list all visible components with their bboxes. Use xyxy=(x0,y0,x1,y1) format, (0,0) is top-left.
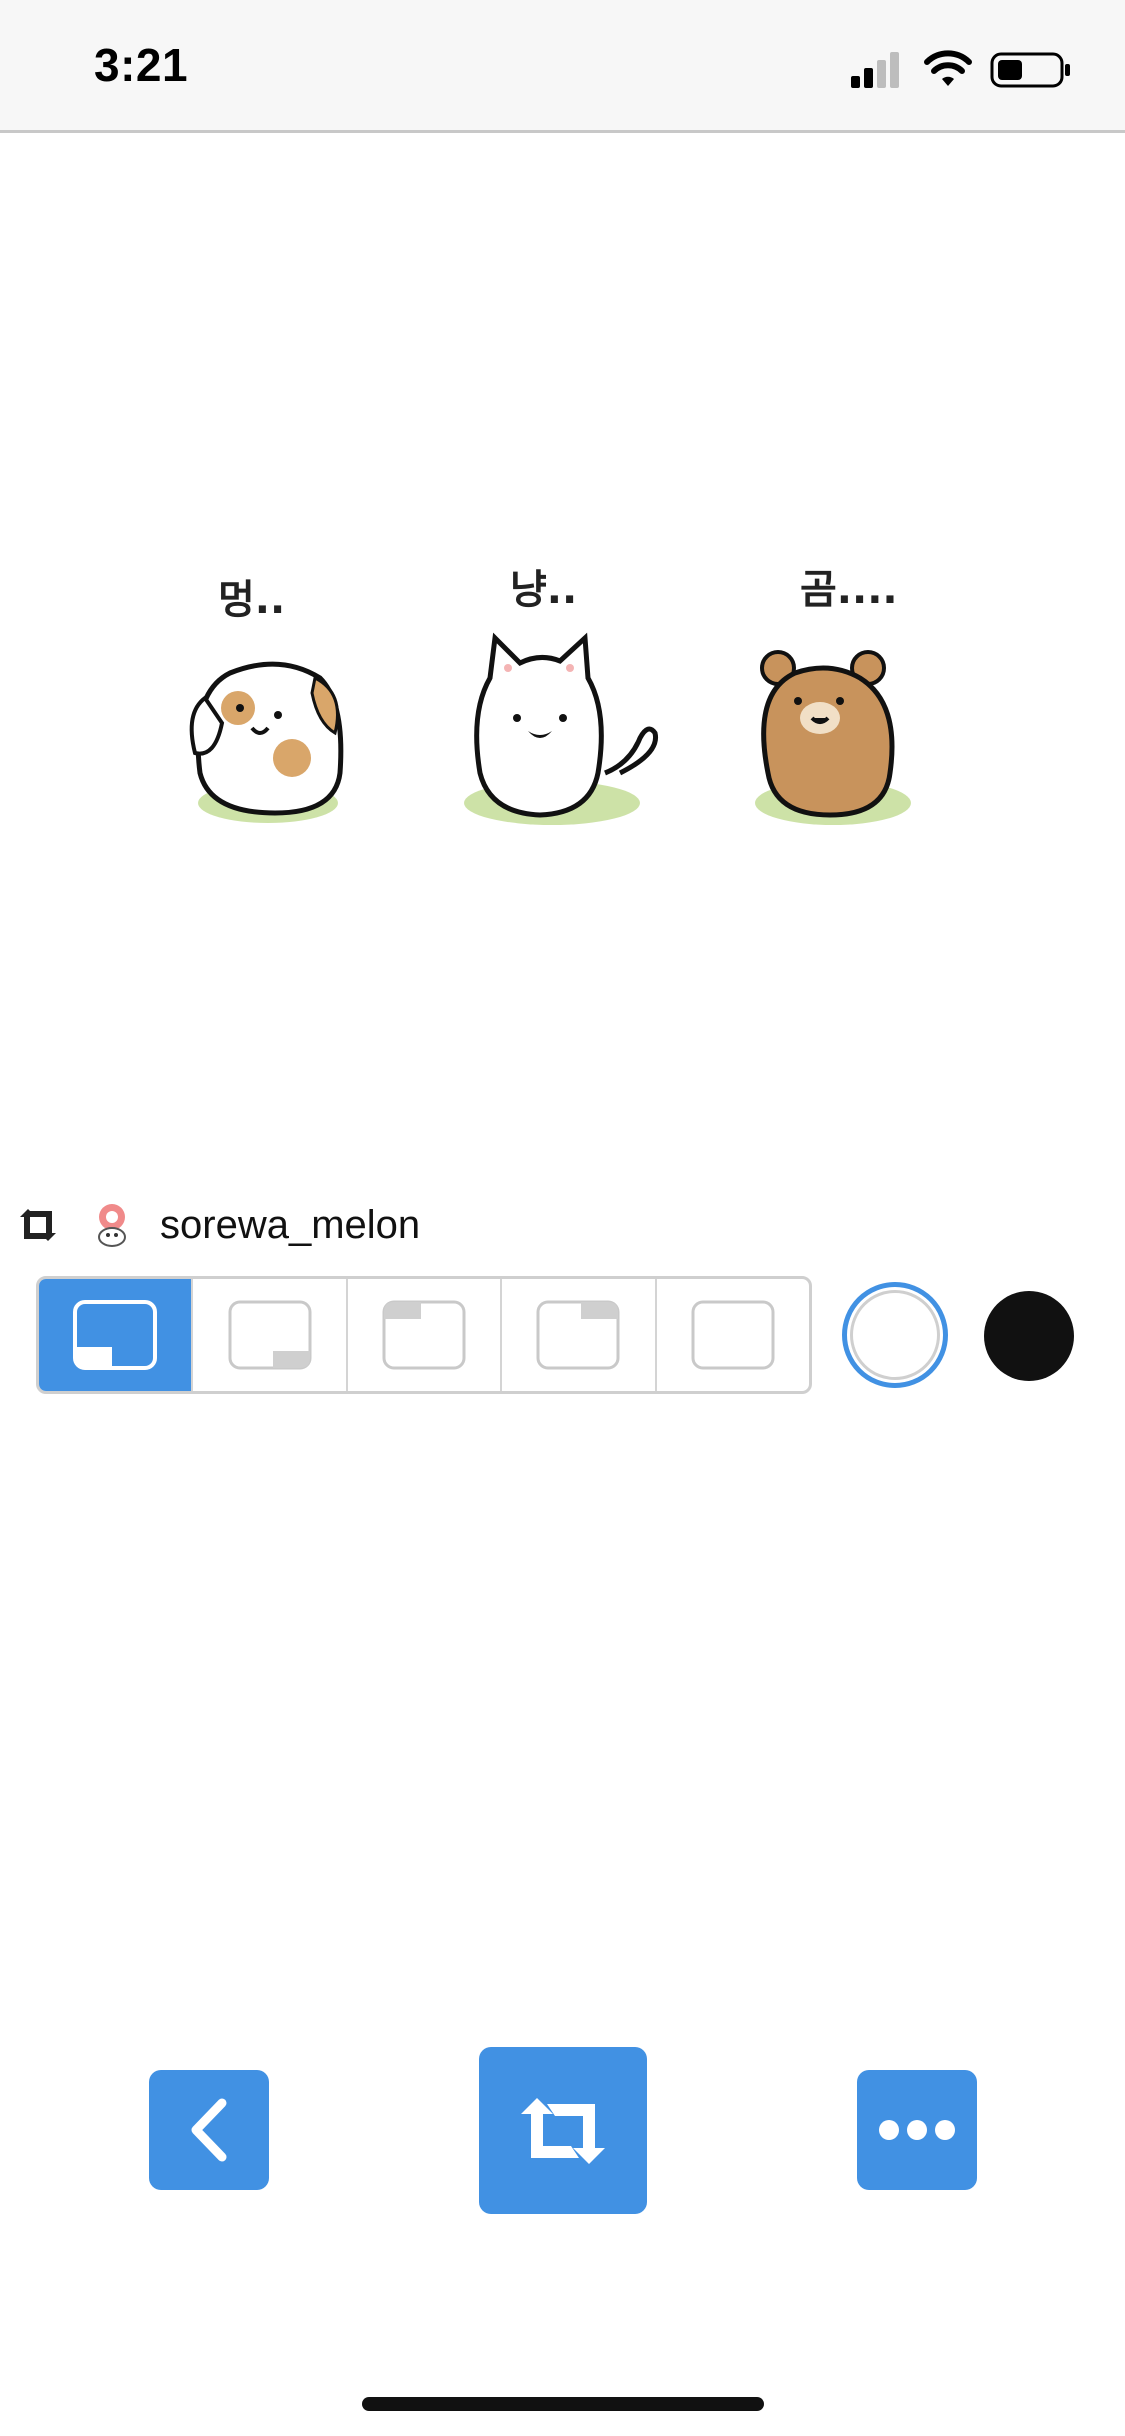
color-option-black[interactable] xyxy=(984,1291,1074,1381)
top-left-layout-icon xyxy=(382,1300,466,1370)
status-bar: 3:21 xyxy=(0,0,1125,133)
puppy-illustration: 멍.. xyxy=(189,577,344,823)
position-option-top-left[interactable] xyxy=(345,1279,500,1391)
bear-illustration: 곰.... xyxy=(755,567,911,825)
username[interactable]: sorewa_melon xyxy=(160,1203,420,1248)
cat-caption: 냥.. xyxy=(510,567,577,613)
bottom-left-layout-icon xyxy=(73,1300,158,1370)
top-right-layout-icon xyxy=(536,1300,620,1370)
back-button[interactable] xyxy=(149,2070,269,2190)
cellular-signal-icon xyxy=(851,52,899,88)
retweet-button[interactable] xyxy=(479,2047,647,2214)
chevron-left-icon xyxy=(191,2098,227,2162)
bear-caption: 곰.... xyxy=(800,567,898,613)
attribution-row: sorewa_melon xyxy=(14,1195,420,1255)
retweet-icon xyxy=(521,2097,605,2164)
more-icon xyxy=(879,2120,955,2140)
more-button[interactable] xyxy=(857,2070,977,2190)
position-option-none[interactable] xyxy=(654,1279,809,1391)
sticker-image: 멍.. 냥.. 곰.... xyxy=(0,133,1125,1153)
wifi-icon xyxy=(924,50,972,86)
position-selector xyxy=(36,1276,812,1394)
position-option-top-right[interactable] xyxy=(500,1279,654,1391)
position-option-bottom-left[interactable] xyxy=(39,1279,192,1391)
bottom-right-layout-icon xyxy=(228,1300,312,1370)
cat-illustration: 냥.. xyxy=(464,567,659,825)
avatar xyxy=(98,1204,126,1247)
color-option-white[interactable] xyxy=(842,1282,948,1388)
battery-icon xyxy=(990,52,1070,88)
home-indicator[interactable] xyxy=(362,2397,764,2411)
retweet-icon xyxy=(20,1209,56,1241)
no-overlay-layout-icon xyxy=(691,1300,775,1370)
status-time: 3:21 xyxy=(94,39,189,91)
position-option-bottom-right[interactable] xyxy=(191,1279,345,1391)
puppy-caption: 멍.. xyxy=(218,577,285,623)
